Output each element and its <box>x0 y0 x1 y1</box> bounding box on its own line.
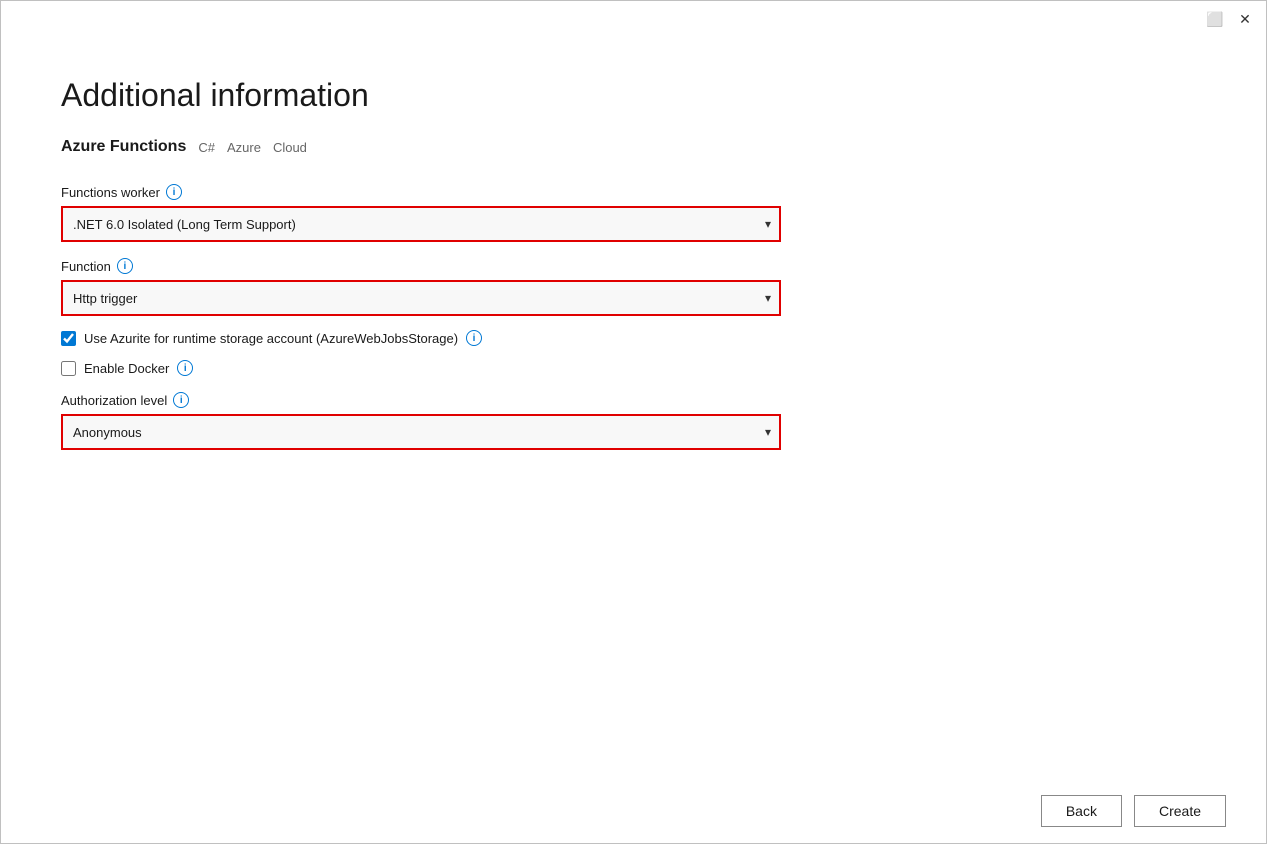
function-wrapper: Http triggerTimer triggerBlob triggerQue… <box>61 280 781 316</box>
use-azurite-checkbox[interactable] <box>61 331 76 346</box>
maximize-button[interactable]: ⬜ <box>1206 10 1224 28</box>
enable-docker-label: Enable Docker <box>84 361 169 376</box>
function-info-icon[interactable]: i <box>117 258 133 274</box>
form-section: Functions worker i .NET 6.0 Isolated (Lo… <box>61 184 781 450</box>
main-window: ⬜ ✕ Additional information Azure Functio… <box>0 0 1267 844</box>
use-azurite-label: Use Azurite for runtime storage account … <box>84 331 458 346</box>
authorization-level-info-icon[interactable]: i <box>173 392 189 408</box>
footer: Back Create <box>1 779 1266 843</box>
authorization-level-label: Authorization level i <box>61 392 781 408</box>
subtitle-main: Azure Functions <box>61 138 186 156</box>
tag-cloud: Cloud <box>273 140 307 155</box>
authorization-level-wrapper: AnonymousFunctionAdmin ▾ <box>61 414 781 450</box>
page-title: Additional information <box>61 77 1206 114</box>
title-bar: ⬜ ✕ <box>1 1 1266 37</box>
function-select[interactable]: Http triggerTimer triggerBlob triggerQue… <box>61 280 781 316</box>
functions-worker-select[interactable]: .NET 6.0 Isolated (Long Term Support).NE… <box>61 206 781 242</box>
tag-azure: Azure <box>227 140 261 155</box>
content-area: Additional information Azure Functions C… <box>1 37 1266 779</box>
enable-docker-row: Enable Docker i <box>61 360 781 376</box>
close-button[interactable]: ✕ <box>1236 10 1254 28</box>
enable-docker-checkbox[interactable] <box>61 361 76 376</box>
use-azurite-row: Use Azurite for runtime storage account … <box>61 330 781 346</box>
subtitle-row: Azure Functions C# Azure Cloud <box>61 138 1206 156</box>
function-label: Function i <box>61 258 781 274</box>
authorization-level-select[interactable]: AnonymousFunctionAdmin <box>61 414 781 450</box>
back-button[interactable]: Back <box>1041 795 1122 827</box>
create-button[interactable]: Create <box>1134 795 1226 827</box>
enable-docker-info-icon[interactable]: i <box>177 360 193 376</box>
functions-worker-wrapper: .NET 6.0 Isolated (Long Term Support).NE… <box>61 206 781 242</box>
tag-csharp: C# <box>198 140 215 155</box>
functions-worker-info-icon[interactable]: i <box>166 184 182 200</box>
functions-worker-label: Functions worker i <box>61 184 781 200</box>
use-azurite-info-icon[interactable]: i <box>466 330 482 346</box>
